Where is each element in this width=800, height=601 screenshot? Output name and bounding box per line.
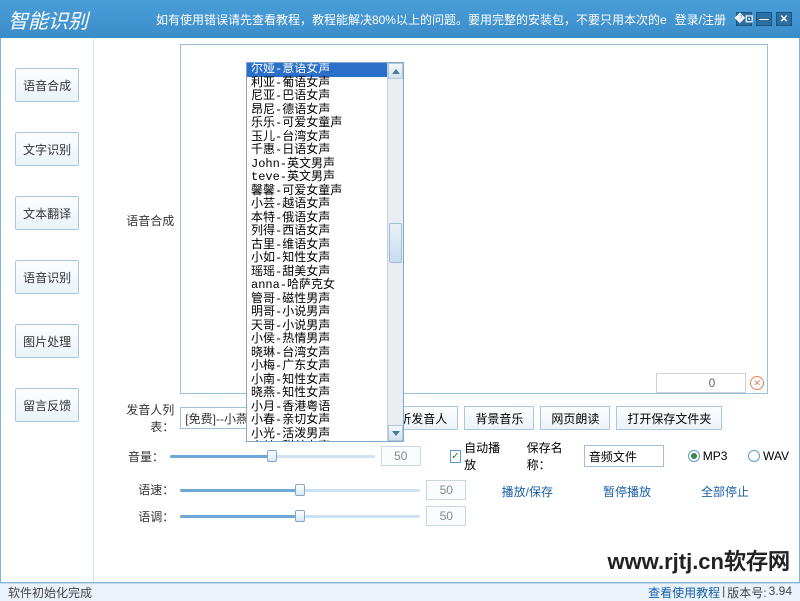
dropdown-item[interactable]: 本特-俄语女声 — [247, 212, 387, 226]
pause-link[interactable]: 暂停播放 — [603, 483, 651, 500]
nav-ocr[interactable]: 文字识别 — [15, 132, 79, 166]
speed-slider[interactable] — [180, 480, 420, 500]
scroll-thumb[interactable] — [389, 223, 402, 263]
title-message: 如有使用错误请先查看教程，教程能解决80%以上的问题。要用完整的安装包，不要只用… — [128, 11, 667, 28]
char-counter: 0 — [656, 373, 746, 393]
bgm-button[interactable]: 背景音乐 — [464, 406, 534, 430]
pitch-slider[interactable] — [180, 506, 420, 526]
play-save-link[interactable]: 播放/保存 — [502, 483, 553, 500]
nav-translate[interactable]: 文本翻译 — [15, 196, 79, 230]
login-link[interactable]: 登录/注册 — [675, 11, 726, 28]
scroll-up-icon[interactable] — [388, 63, 403, 79]
close-button[interactable]: ✕ — [776, 12, 792, 26]
open-folder-button[interactable]: 打开保存文件夹 — [616, 406, 722, 430]
dropdown-item[interactable]: 晓琳-台湾女声 — [247, 347, 387, 361]
voice-list-label: 发音人列表： — [104, 401, 174, 435]
savename-input[interactable] — [584, 445, 664, 467]
dropdown-item[interactable]: 列得-西语女声 — [247, 225, 387, 239]
format-mp3-radio[interactable]: MP3 — [688, 449, 728, 463]
volume-slider[interactable] — [170, 446, 375, 466]
tutorial-link[interactable]: 查看使用教程 — [648, 584, 720, 601]
dropdown-item[interactable]: John-英文男声 — [247, 158, 387, 172]
dropdown-item[interactable]: 小梅-广东女声 — [247, 360, 387, 374]
volume-value[interactable] — [381, 446, 421, 466]
dropdown-item[interactable]: 尼亚-巴语女声 — [247, 90, 387, 104]
speed-value[interactable] — [426, 480, 466, 500]
dropdown-item[interactable]: 管哥-磁性男声 — [247, 293, 387, 307]
dropdown-item[interactable]: 瑶瑶-甜美女声 — [247, 266, 387, 280]
settings-icon[interactable]: �⊡ — [736, 12, 752, 26]
dropdown-item[interactable]: 小春-亲切女声 — [247, 414, 387, 428]
scroll-down-icon[interactable] — [388, 425, 403, 441]
dropdown-item[interactable]: 千惠-日语女声 — [247, 144, 387, 158]
voice-dropdown[interactable]: 尔娅-意语女声利亚-葡语女声尼亚-巴语女声昂尼-德语女声乐乐-可爱女童声玉儿-台… — [246, 62, 404, 442]
app-title: 智能识别 — [8, 5, 128, 34]
nav-tts[interactable]: 语音合成 — [15, 68, 79, 102]
dropdown-item[interactable]: 天哥-小说男声 — [247, 320, 387, 334]
dropdown-item[interactable]: 馨馨-可爱女童声 — [247, 185, 387, 199]
dropdown-item[interactable]: 小月-香港粤语 — [247, 401, 387, 415]
minimize-button[interactable]: — — [756, 12, 772, 26]
sidebar: 语音合成 文字识别 文本翻译 语音识别 图片处理 留言反馈 — [1, 38, 94, 582]
stop-all-link[interactable]: 全部停止 — [701, 483, 749, 500]
status-text: 软件初始化完成 — [8, 584, 648, 601]
webread-button[interactable]: 网页朗读 — [540, 406, 610, 430]
dropdown-scrollbar[interactable] — [387, 63, 403, 441]
savename-label: 保存名称： — [527, 439, 578, 473]
dropdown-item[interactable]: 玉儿-台湾女声 — [247, 131, 387, 145]
main-panel: 语音合成 0 ✕ 发音人列表： [免费]--小燕女 ♡ 试听发音人 背景音乐 网… — [94, 38, 799, 582]
pitch-value[interactable] — [426, 506, 466, 526]
nav-asr[interactable]: 语音识别 — [15, 260, 79, 294]
volume-label: 音量： — [104, 448, 164, 465]
dropdown-item[interactable]: teve-英文男声 — [247, 171, 387, 185]
dropdown-item[interactable]: anna-哈萨克女 — [247, 279, 387, 293]
version-number: 3.94 — [769, 584, 792, 601]
dropdown-item[interactable]: 昂尼-德语女声 — [247, 104, 387, 118]
statusbar: 软件初始化完成 查看使用教程 | 版本号: 3.94 — [0, 583, 800, 601]
dropdown-item[interactable]: 尔娅-意语女声 — [247, 63, 387, 77]
dropdown-item[interactable]: 明哥-小说男声 — [247, 306, 387, 320]
dropdown-item[interactable]: 小侯-热情男声 — [247, 333, 387, 347]
pitch-label: 语调： — [104, 508, 174, 525]
dropdown-item[interactable]: 小南-知性女声 — [247, 374, 387, 388]
nav-feedback[interactable]: 留言反馈 — [15, 388, 79, 422]
dropdown-item[interactable]: 小光-活泼男声 — [247, 428, 387, 442]
speed-label: 语速： — [104, 481, 174, 498]
dropdown-item[interactable]: 乐乐-可爱女童声 — [247, 117, 387, 131]
dropdown-item[interactable]: 小如-知性女声 — [247, 252, 387, 266]
dropdown-item[interactable]: 小芸-越语女声 — [247, 198, 387, 212]
clear-icon[interactable]: ✕ — [750, 376, 764, 390]
autoplay-checkbox[interactable]: ✓自动播放 — [450, 439, 505, 473]
nav-image[interactable]: 图片处理 — [15, 324, 79, 358]
dropdown-item[interactable]: 利亚-葡语女声 — [247, 77, 387, 91]
titlebar: 智能识别 如有使用错误请先查看教程，教程能解决80%以上的问题。要用完整的安装包… — [0, 0, 800, 38]
dropdown-item[interactable]: 古里-维语女声 — [247, 239, 387, 253]
dropdown-item[interactable]: 晓燕-知性女声 — [247, 387, 387, 401]
version-label: 版本号: — [727, 584, 766, 601]
format-wav-radio[interactable]: WAV — [748, 449, 789, 463]
section-label: 语音合成 — [104, 212, 174, 229]
